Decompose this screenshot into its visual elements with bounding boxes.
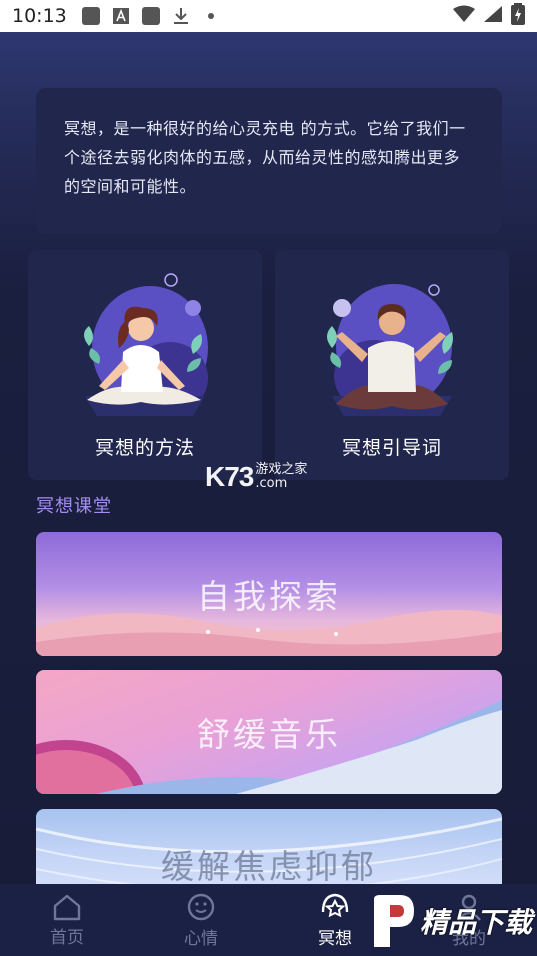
notification-square-icon [81, 6, 101, 26]
dot-icon [201, 6, 221, 26]
meditation-guide-card[interactable]: 冥想引导词 [275, 250, 509, 480]
meditation-method-card[interactable]: 冥想的方法 [28, 250, 262, 480]
k73-cn-text: 游戏之家 [255, 462, 308, 477]
a-letter-icon [111, 6, 131, 26]
wifi-icon [453, 5, 475, 27]
signal-icon [483, 5, 503, 27]
download-icon [171, 6, 191, 26]
status-bar: 10:13 [0, 0, 537, 32]
meditating-man-illustration [327, 284, 453, 416]
soothing-music-label: 舒缓音乐 [197, 715, 341, 754]
relieve-anxiety-label: 缓解焦虑抑郁 [161, 847, 377, 886]
notification-square-icon [141, 6, 161, 26]
brand-logo-icon [374, 895, 414, 947]
meditation-class-title: 冥想课堂 [36, 496, 112, 517]
k73-com-text: .com [255, 476, 288, 491]
meditating-woman-illustration [84, 273, 208, 416]
brand-watermark-text: 精品下载 [420, 906, 533, 939]
intro-text: 冥想，是一种很好的给心灵充电 的方式。它给了我们一个途径去弱化肉体的五感，从而给… [64, 119, 466, 196]
intro-card: 冥想，是一种很好的给心灵充电 的方式。它给了我们一个途径去弱化肉体的五感，从而给… [36, 88, 502, 234]
k73-watermark: K73 游戏之家 .com [205, 461, 307, 493]
meditation-guide-label: 冥想引导词 [341, 437, 442, 459]
meditation-method-label: 冥想的方法 [94, 437, 195, 459]
nav-mood[interactable]: 心情 [134, 884, 268, 956]
smiley-icon [187, 893, 215, 920]
status-time: 10:13 [12, 5, 67, 27]
home-icon [53, 894, 81, 920]
self-exploration-label: 自我探索 [197, 577, 341, 616]
k73-logo: K73 [205, 461, 254, 492]
nav-meditation-label: 冥想 [318, 928, 352, 949]
battery-charging-icon [511, 3, 525, 29]
self-exploration-banner[interactable]: 自我探索 [36, 532, 502, 656]
meditation-screen: 冥想，是一种很好的给心灵充电 的方式。它给了我们一个途径去弱化肉体的五感，从而给… [0, 32, 537, 956]
brand-watermark: 精品下载 [370, 893, 532, 949]
nav-mood-label: 心情 [184, 928, 218, 949]
nav-home[interactable]: 首页 [0, 884, 134, 956]
meditation-star-icon [321, 893, 349, 917]
nav-home-label: 首页 [50, 927, 84, 948]
soothing-music-banner[interactable]: 舒缓音乐 [36, 670, 502, 794]
